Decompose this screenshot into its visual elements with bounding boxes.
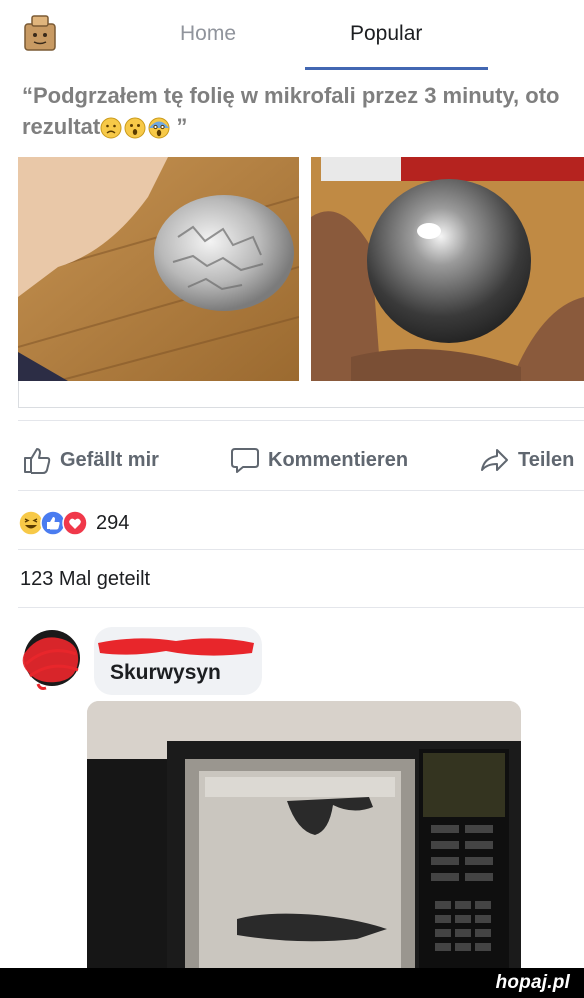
comment-button[interactable]: Kommentieren [230, 446, 408, 474]
commenter-avatar[interactable] [18, 624, 88, 694]
foil-photo-drawing [18, 157, 299, 381]
burnt-microwave-photo[interactable] [87, 701, 521, 969]
reactions-summary[interactable]: 294 [18, 508, 129, 538]
divider [18, 420, 584, 421]
like-label: Gefällt mir [60, 448, 159, 471]
speech-bubble-icon [231, 448, 259, 473]
watermark-text: hopaj.pl [495, 972, 570, 993]
comment-author-name[interactable]: Skurwysyn [110, 661, 221, 685]
worried-face-emoji [100, 117, 122, 139]
sphere-photo-drawing [311, 157, 584, 381]
like-button[interactable]: Gefällt mir [22, 446, 159, 474]
watermark-bar: hopaj.pl [0, 968, 584, 998]
top-nav-bar: Home Popular [0, 0, 584, 72]
quote-close: ” [176, 114, 188, 139]
screaming-face-emoji [148, 117, 170, 139]
shiny-metal-sphere-photo[interactable] [311, 157, 584, 381]
share-label: Teilen [518, 448, 575, 471]
post-action-bar: Gefällt mir Kommentieren Teilen [0, 440, 584, 480]
microwave-drawing [87, 701, 521, 969]
app-logo-icon[interactable] [22, 14, 58, 52]
comment-label: Kommentieren [268, 448, 409, 471]
divider [18, 549, 584, 550]
post-image-card-footer [18, 381, 584, 408]
thumbs-up-icon [24, 448, 51, 474]
share-count-text[interactable]: 123 Mal geteilt [20, 568, 150, 591]
post-quote-text: “Podgrzałem tę folię w mikrofali przez 3… [22, 80, 582, 142]
love-icon [62, 510, 88, 536]
share-arrow-icon [481, 449, 508, 471]
quote-emojis [100, 117, 170, 139]
astonished-face-emoji [124, 117, 146, 139]
active-tab-indicator [305, 67, 488, 70]
redacted-scribble [98, 638, 254, 656]
divider [18, 607, 584, 608]
crumpled-foil-ball-photo[interactable] [18, 157, 299, 381]
reaction-count: 294 [96, 511, 130, 534]
tab-home[interactable]: Home [180, 22, 236, 46]
tab-popular[interactable]: Popular [350, 22, 422, 46]
share-button[interactable]: Teilen [480, 446, 574, 474]
divider [18, 490, 584, 491]
